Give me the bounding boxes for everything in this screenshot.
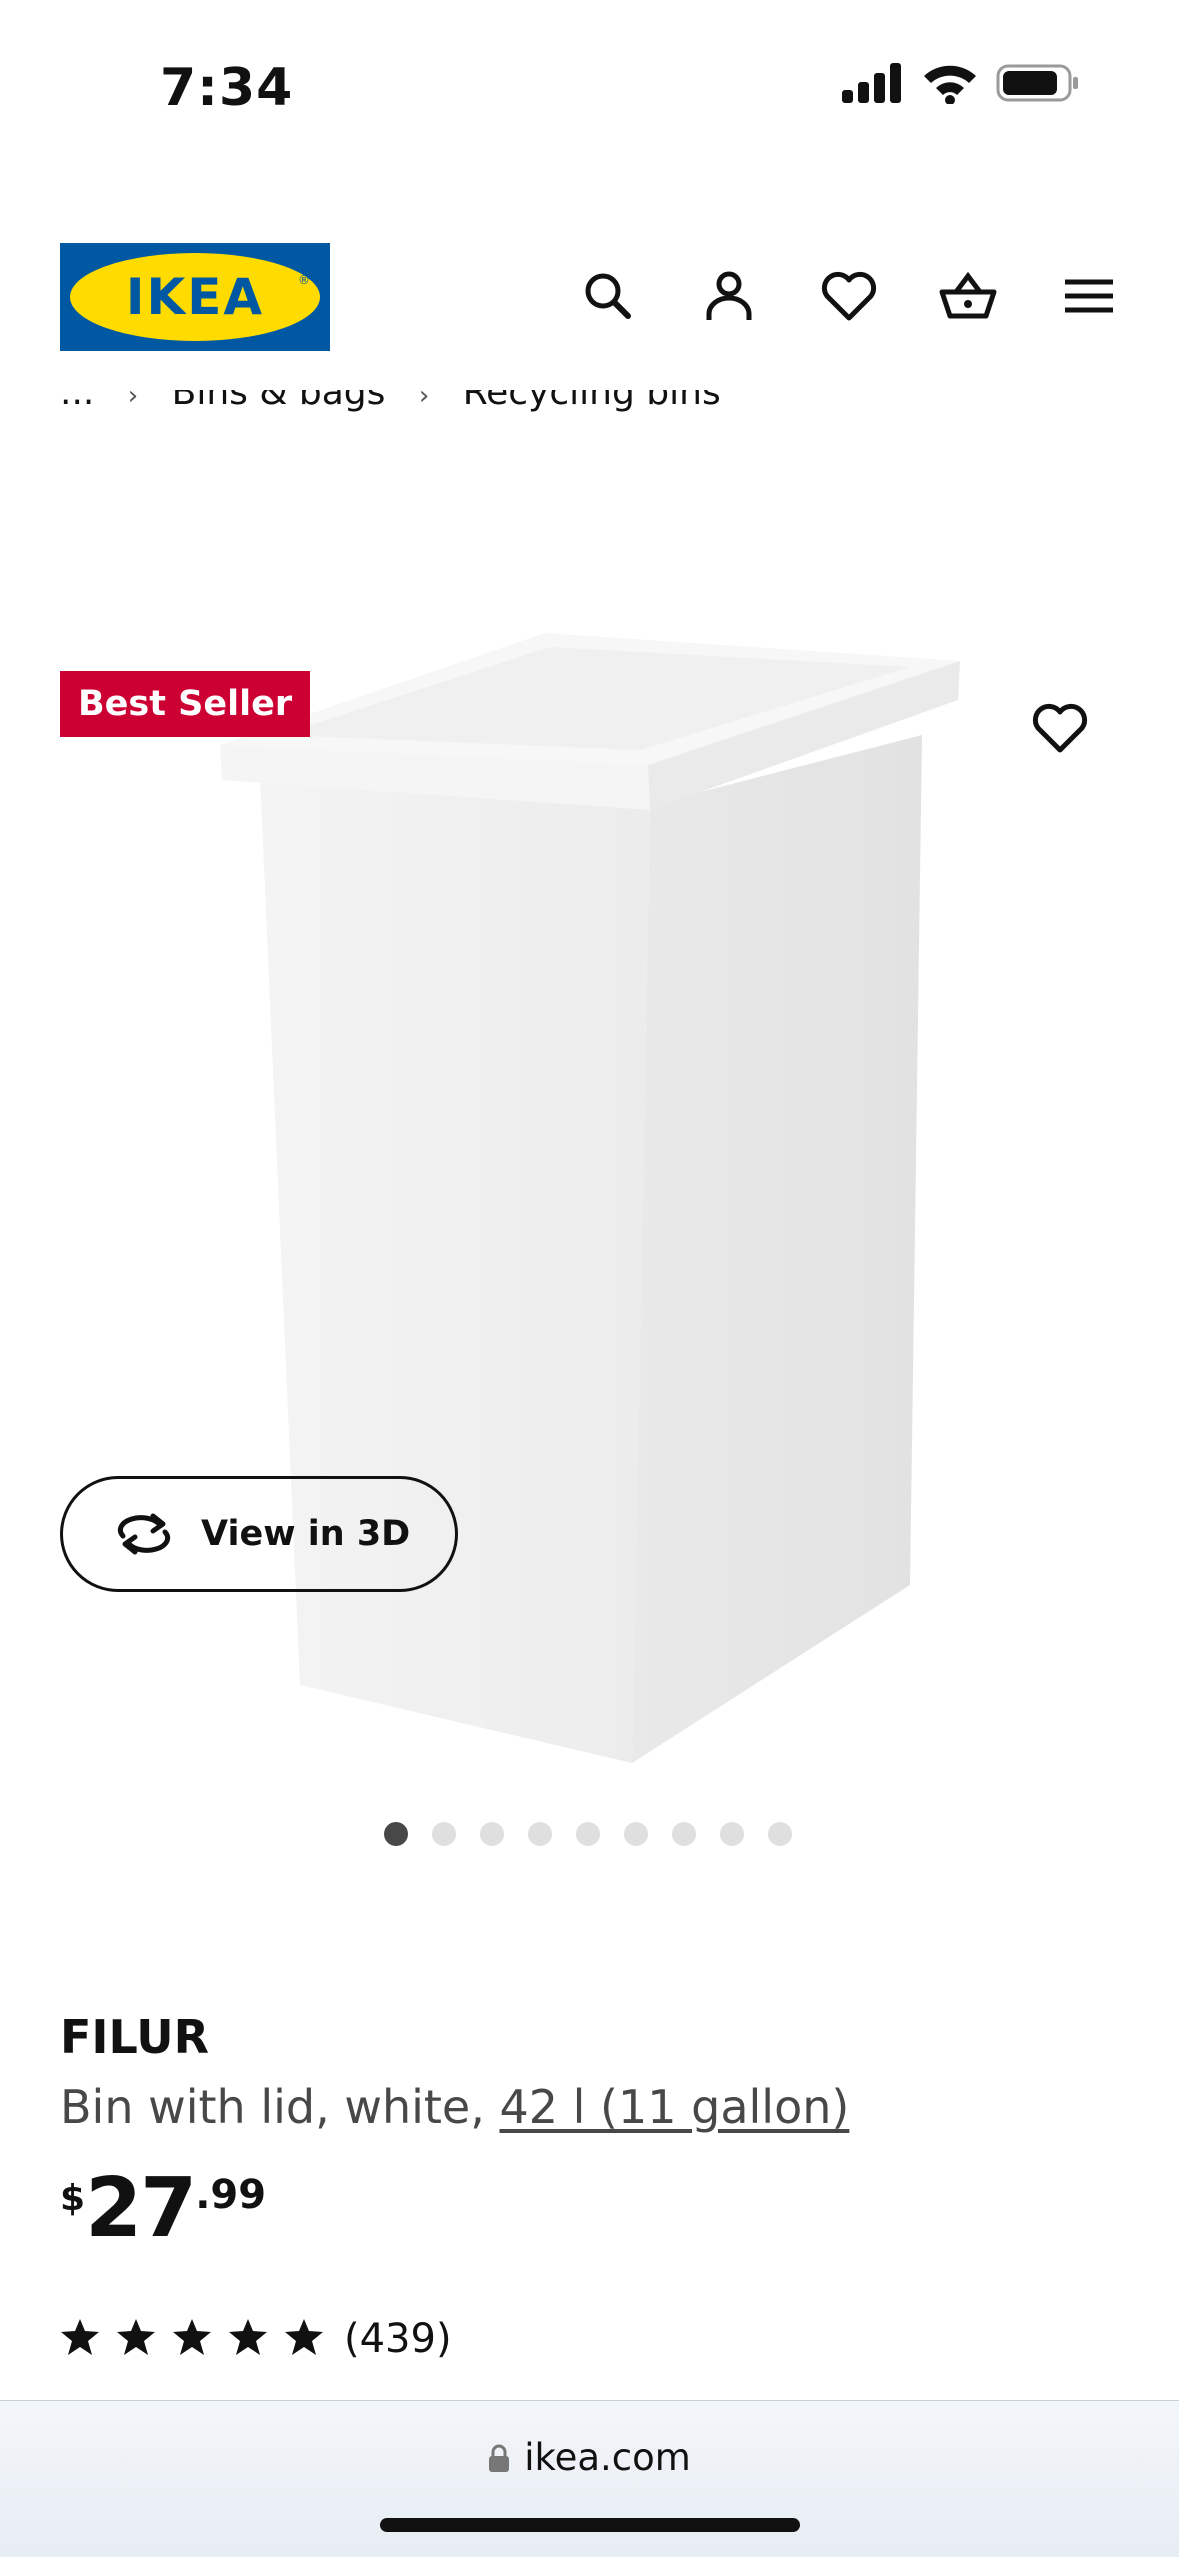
lock-icon [489, 2444, 510, 2472]
price-decimal: .99 [195, 2172, 267, 2218]
image-carousel-indicator [384, 1822, 792, 1846]
status-time: 7:34 [160, 58, 294, 118]
account-icon[interactable] [699, 266, 759, 326]
add-to-favorites-icon[interactable] [1030, 698, 1090, 758]
breadcrumb-separator: › [418, 390, 430, 411]
breadcrumb-item-bins-bags[interactable]: Bins & bags [172, 390, 386, 413]
star-icon [117, 2319, 155, 2355]
carousel-dot[interactable] [528, 1822, 552, 1846]
carousel-dot[interactable] [576, 1822, 600, 1846]
status-icons [842, 62, 1080, 104]
product-image[interactable] [210, 625, 970, 1765]
review-count[interactable]: (439) [344, 2316, 452, 2362]
product-description-text: Bin with lid, white, [60, 2080, 500, 2134]
home-indicator[interactable] [380, 2518, 800, 2532]
carousel-dot[interactable] [480, 1822, 504, 1846]
product-description: Bin with lid, white, 42 l (11 gallon) [60, 2080, 849, 2134]
view-in-3d-label: View in 3D [201, 1514, 411, 1554]
logo-registered-mark: ® [298, 273, 310, 287]
breadcrumb-item-recycling-bins[interactable]: Recycling bins [463, 390, 721, 413]
star-icon [229, 2319, 267, 2355]
rotate-3d-icon [117, 1513, 171, 1555]
breadcrumb-ellipsis[interactable]: ... [60, 390, 94, 413]
wifi-icon [924, 65, 976, 104]
logo-text: IKEA [125, 268, 265, 326]
star-icon [61, 2319, 99, 2355]
breadcrumb: ... › Bins & bags › Recycling bins [0, 390, 1179, 436]
menu-icon[interactable] [1059, 266, 1119, 326]
battery-icon [996, 64, 1078, 102]
cellular-signal-icon [842, 63, 901, 103]
breadcrumb-separator: › [127, 390, 139, 411]
carousel-dot[interactable] [624, 1822, 648, 1846]
carousel-dot[interactable] [432, 1822, 456, 1846]
carousel-dot[interactable] [672, 1822, 696, 1846]
carousel-dot[interactable] [720, 1822, 744, 1846]
product-name: FILUR [60, 2010, 209, 2064]
carousel-dot[interactable] [768, 1822, 792, 1846]
carousel-dot[interactable] [384, 1822, 408, 1846]
rating-stars[interactable] [60, 2318, 324, 2356]
basket-icon[interactable] [938, 266, 998, 326]
product-size-link[interactable]: 42 l (11 gallon) [499, 2080, 849, 2134]
price-integer: 27 [85, 2161, 197, 2256]
search-icon[interactable] [578, 266, 638, 326]
url-text: ikea.com [524, 2436, 691, 2479]
star-icon [285, 2319, 323, 2355]
star-icon [173, 2319, 211, 2355]
price-currency: $ [60, 2178, 86, 2219]
view-in-3d-button[interactable]: View in 3D [60, 1476, 458, 1592]
ikea-logo[interactable]: IKEA ® [60, 243, 330, 351]
product-price: $ 27 .99 [60, 2168, 266, 2250]
favorites-icon[interactable] [819, 266, 879, 326]
best-seller-badge: Best Seller [60, 671, 311, 737]
url-display[interactable]: ikea.com [0, 2436, 1179, 2479]
